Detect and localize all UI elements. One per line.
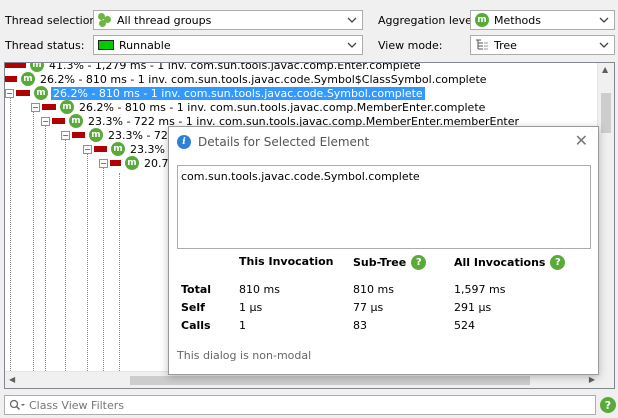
tree-connector-line (45, 117, 46, 387)
tree-connector-line (103, 159, 104, 388)
horizontal-scroll-thumb[interactable] (130, 376, 530, 385)
calls-this-invocation: 1 (239, 319, 246, 332)
col-this-invocation-label: This Invocation (239, 255, 334, 268)
aggregation-level-label: Aggregation level: (378, 14, 479, 27)
total-this-invocation: 810 ms (239, 283, 280, 296)
method-icon: m (475, 13, 489, 27)
help-icon[interactable]: ? (550, 255, 566, 270)
help-icon[interactable]: ? (600, 397, 616, 413)
percentage-bar (16, 90, 30, 96)
thread-groups-icon (98, 13, 112, 27)
chevron-down-icon (599, 17, 609, 23)
aggregation-level-value: Methods (494, 13, 541, 27)
scroll-left-icon: ◀ (9, 375, 16, 384)
scroll-up-icon: ▲ (602, 65, 609, 74)
thread-status-label: Thread status: (5, 39, 85, 52)
row-label-total: Total (181, 283, 212, 296)
tree-row-label: 23.3% - 722 (108, 128, 175, 142)
info-icon: i (177, 135, 191, 149)
col-all-invocations-label: All Invocations (454, 256, 546, 269)
collapse-toggle-icon[interactable]: − (99, 158, 108, 168)
tree-connector-line (65, 131, 66, 381)
collapse-toggle-icon[interactable]: − (31, 102, 40, 112)
thread-status-value: Runnable (119, 38, 171, 52)
search-icon (9, 399, 25, 411)
dialog-title: Details for Selected Element (198, 135, 370, 149)
self-sub-tree: 77 µs (353, 301, 384, 314)
scrollbar-corner (597, 371, 614, 388)
runnable-color-swatch (98, 40, 114, 50)
percentage-bar (5, 76, 17, 82)
chevron-down-icon (347, 17, 357, 23)
class-view-filter-input[interactable] (29, 398, 595, 412)
method-icon: m (69, 114, 83, 128)
method-icon: m (60, 100, 74, 114)
calls-sub-tree: 83 (353, 319, 367, 332)
tree-row-label: 26.2% - 810 ms - 1 inv. com.sun.tools.ja… (51, 86, 425, 100)
percentage-bar (5, 63, 26, 68)
view-mode-label: View mode: (378, 39, 443, 52)
class-view-filter[interactable] (4, 395, 596, 415)
tree-connector-line (10, 89, 11, 388)
tree-view-icon (476, 39, 488, 50)
total-sub-tree: 810 ms (353, 283, 394, 296)
percentage-bar (52, 118, 65, 124)
row-label-self: Self (181, 301, 205, 314)
method-icon: m (34, 86, 48, 100)
collapse-toggle-icon[interactable]: − (41, 116, 50, 126)
col-sub-tree-label: Sub-Tree (353, 256, 407, 269)
row-label-calls: Calls (181, 319, 211, 332)
col-all-invocations: All Invocations? (454, 255, 566, 270)
tree-row-label: 20.7 (144, 156, 169, 170)
thread-selection-label: Thread selection: (5, 14, 101, 27)
details-dialog: i Details for Selected Element ✕ This In… (168, 126, 599, 375)
self-this-invocation: 1 µs (239, 301, 263, 314)
method-icon: m (21, 72, 35, 86)
percentage-bar (110, 160, 121, 166)
close-icon[interactable]: ✕ (575, 133, 588, 149)
tree-row-label: 26.2% - 810 ms - 1 inv. com.sun.tools.ja… (79, 100, 486, 114)
dialog-title-bar[interactable]: i Details for Selected Element (169, 127, 598, 157)
thread-selection-combo[interactable]: All thread groups (93, 10, 363, 30)
tree-connector-line (87, 145, 88, 385)
tree-row-label: 26.2% - 810 ms - 1 inv. com.sun.tools.ja… (40, 72, 487, 86)
method-icon: m (111, 142, 125, 156)
collapse-toggle-icon[interactable]: − (5, 88, 14, 98)
method-icon: m (125, 156, 139, 170)
thread-selection-value: All thread groups (117, 13, 212, 27)
percentage-bar (72, 132, 85, 138)
tree-connector-line (119, 173, 120, 388)
col-this-invocation: This Invocation (239, 255, 334, 268)
view-mode-combo[interactable]: Tree (470, 35, 615, 55)
help-icon[interactable]: ? (411, 255, 427, 270)
total-all-invocations: 1,597 ms (454, 283, 506, 296)
self-all-invocations: 291 µs (454, 301, 492, 314)
tree-connector-line (33, 103, 34, 383)
scroll-right-icon: ▶ (588, 375, 595, 384)
aggregation-level-combo[interactable]: m Methods (470, 10, 615, 30)
thread-status-combo[interactable]: Runnable (93, 35, 363, 55)
collapse-toggle-icon[interactable]: − (61, 130, 70, 140)
percentage-bar (94, 146, 107, 152)
percentage-bar (42, 104, 56, 110)
tree-row[interactable]: − m 20.7 (99, 155, 171, 171)
view-mode-value: Tree (494, 38, 517, 52)
vertical-scroll-thumb[interactable] (601, 93, 611, 133)
dialog-footer-note: This dialog is non-modal (177, 349, 312, 362)
chevron-down-icon (599, 42, 609, 48)
selected-element-text[interactable] (177, 165, 591, 249)
calls-all-invocations: 524 (454, 319, 475, 332)
chevron-down-icon (347, 42, 357, 48)
vertical-scrollbar[interactable]: ▲ (597, 63, 614, 373)
method-icon: m (89, 128, 103, 142)
col-sub-tree: Sub-Tree? (353, 255, 427, 270)
collapse-toggle-icon[interactable]: − (83, 144, 92, 154)
